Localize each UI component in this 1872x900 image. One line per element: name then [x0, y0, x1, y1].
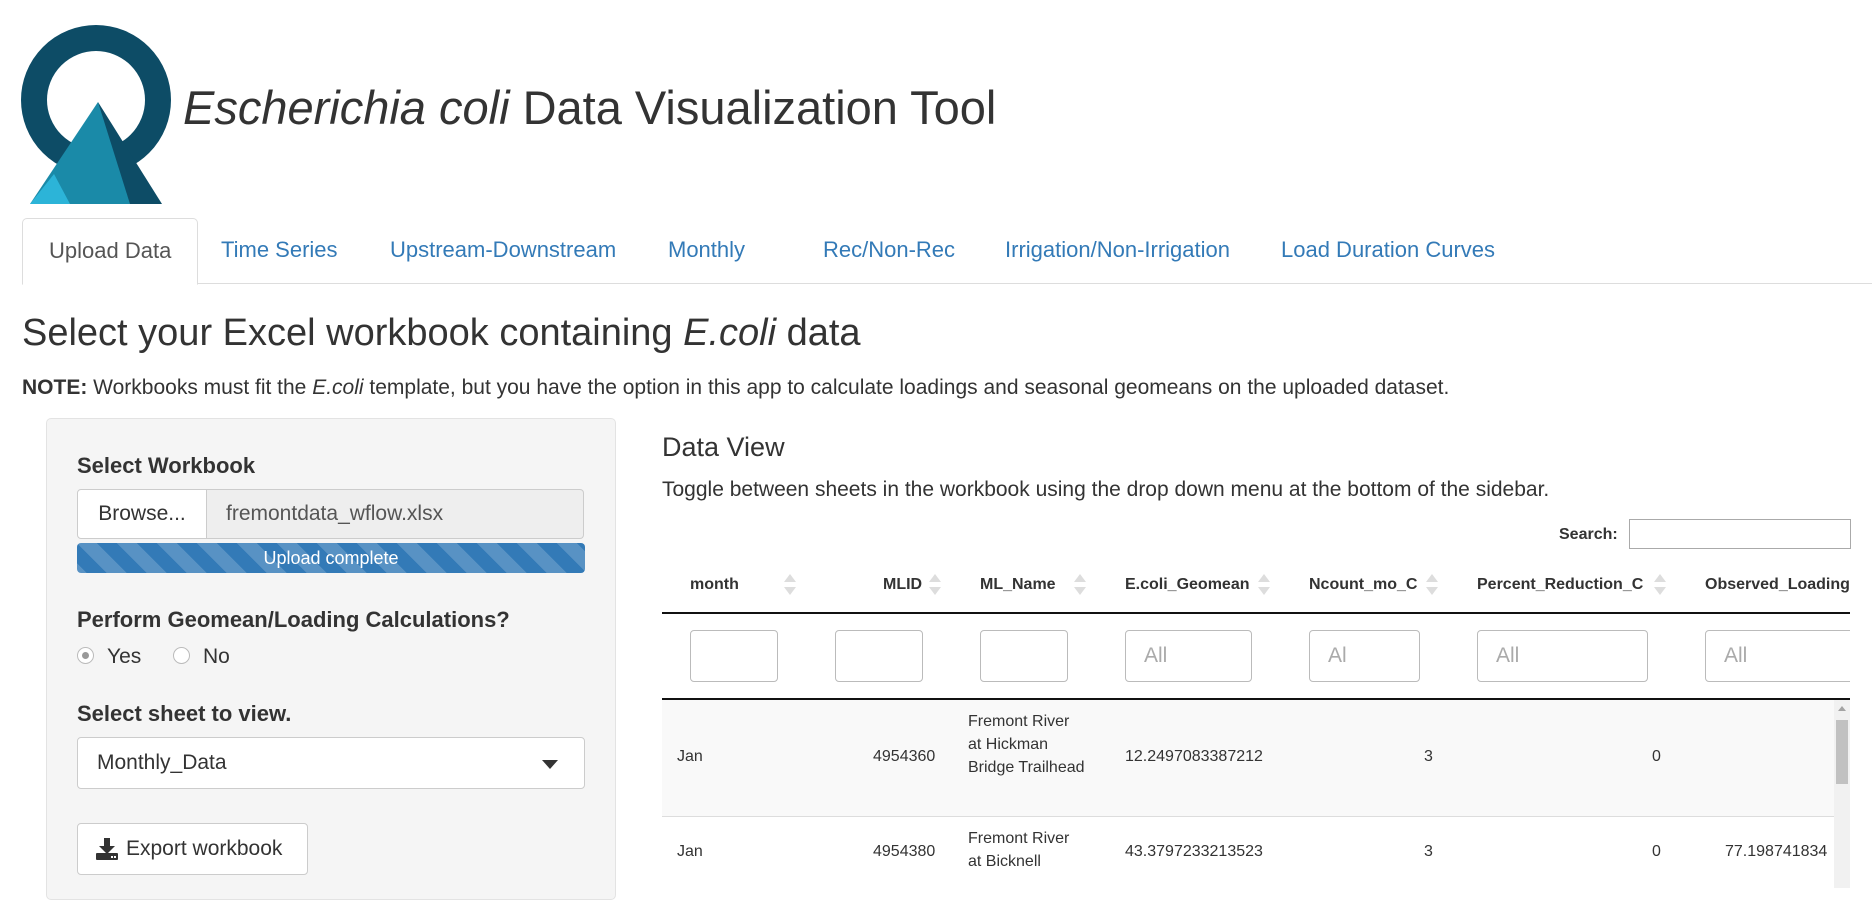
- tab-rec-non-rec[interactable]: Rec/Non-Rec: [797, 218, 981, 282]
- note-text: NOTE: Workbooks must fit the E.coli temp…: [22, 376, 1449, 400]
- radio-no-label: No: [203, 645, 230, 668]
- file-name-field: fremontdata_wflow.xlsx: [207, 489, 584, 539]
- table-row[interactable]: Jan 4954360 Fremont River at Hickman Bri…: [662, 700, 1834, 817]
- filter-percent-reduction[interactable]: All: [1477, 630, 1648, 682]
- page-heading: Select your Excel workbook containing E.…: [22, 312, 861, 355]
- sort-icon[interactable]: [1426, 574, 1438, 596]
- cell-geomean: 12.2497083387212: [1125, 748, 1263, 765]
- cell-percent-reduction: 0: [1652, 843, 1661, 860]
- data-view-description: Toggle between sheets in the workbook us…: [662, 478, 1550, 501]
- data-table: month MLID ML_Name E.coli_Geomean Ncount…: [662, 560, 1850, 888]
- cell-percent-reduction: 0: [1652, 748, 1661, 765]
- select-sheet-label: Select sheet to view.: [77, 701, 292, 726]
- heading-text-pre: Select your Excel workbook containing: [22, 312, 684, 354]
- table-row[interactable]: Jan 4954380 Fremont River at Bicknell 43…: [662, 817, 1834, 888]
- column-header-mlid[interactable]: MLID: [883, 576, 922, 594]
- sheet-select-value: Monthly_Data: [97, 751, 227, 774]
- tab-load-duration-curves[interactable]: Load Duration Curves: [1255, 218, 1521, 282]
- sort-icon[interactable]: [1258, 574, 1270, 596]
- tab-upload-data[interactable]: Upload Data: [22, 218, 199, 285]
- filter-month[interactable]: [690, 630, 778, 682]
- radio-yes-label: Yes: [107, 645, 142, 668]
- cell-mlid: 4954380: [873, 843, 936, 860]
- note-text-pre: Workbooks must fit the: [87, 376, 313, 399]
- cell-ncount: 3: [1424, 843, 1433, 860]
- tab-time-series[interactable]: Time Series: [195, 218, 364, 282]
- chevron-down-icon: [542, 760, 558, 769]
- note-text-post: template, but you have the option in thi…: [363, 376, 1450, 399]
- heading-text-post: data: [776, 312, 861, 354]
- cell-ml-name: Fremont River at Bicknell: [968, 830, 1070, 870]
- download-icon: [96, 838, 118, 860]
- logo: [21, 25, 171, 204]
- column-header-ncount[interactable]: Ncount_mo_C: [1309, 576, 1417, 594]
- cell-month: Jan: [677, 843, 703, 860]
- tab-upstream-downstream[interactable]: Upstream-Downstream: [364, 218, 642, 282]
- select-workbook-label: Select Workbook: [77, 453, 256, 478]
- tab-irrigation-non-irrigation[interactable]: Irrigation/Non-Irrigation: [979, 218, 1256, 282]
- sort-icon[interactable]: [1074, 574, 1086, 596]
- filter-mlid[interactable]: [835, 630, 923, 682]
- column-header-geomean[interactable]: E.coli_Geomean: [1125, 576, 1250, 594]
- radio-yes[interactable]: [77, 647, 94, 664]
- sort-icon[interactable]: [1654, 574, 1666, 596]
- column-header-ml-name[interactable]: ML_Name: [980, 576, 1056, 594]
- calc-question-label: Perform Geomean/Loading Calculations?: [77, 607, 510, 632]
- column-header-observed-loading[interactable]: Observed_Loading: [1705, 576, 1850, 594]
- search-label: Search:: [1559, 526, 1618, 543]
- filter-ml-name[interactable]: [980, 630, 1068, 682]
- tab-bar: Upload Data Time Series Upstream-Downstr…: [22, 218, 1872, 285]
- filter-geomean[interactable]: All: [1125, 630, 1252, 682]
- filter-row: All Al All All: [662, 614, 1850, 700]
- cell-ncount: 3: [1424, 748, 1433, 765]
- filter-observed-loading[interactable]: All: [1705, 630, 1850, 682]
- export-button-label: Export workbook: [126, 837, 283, 860]
- tab-monthly[interactable]: Monthly: [642, 218, 771, 282]
- search-input[interactable]: [1629, 519, 1851, 549]
- upload-status-text: Upload complete: [263, 548, 399, 568]
- file-input-group: Browse... fremontdata_wflow.xlsx: [77, 489, 584, 539]
- sort-icon[interactable]: [784, 574, 796, 596]
- note-label: NOTE:: [22, 376, 88, 399]
- export-workbook-button[interactable]: Export workbook: [77, 823, 308, 875]
- heading-text-italic: E.coli: [683, 312, 777, 354]
- column-header-percent-reduction[interactable]: Percent_Reduction_C: [1477, 576, 1643, 594]
- browse-button[interactable]: Browse...: [77, 489, 207, 539]
- app-title: Escherichia coli Data Visualization Tool: [183, 80, 996, 135]
- sheet-select[interactable]: Monthly_Data: [77, 737, 585, 789]
- sidebar-panel: Select Workbook Browse... fremontdata_wf…: [46, 418, 616, 900]
- cell-observed-loading: 77.198741834: [1725, 843, 1828, 860]
- app-title-rest: Data Visualization Tool: [509, 81, 997, 134]
- filter-ncount[interactable]: Al: [1309, 630, 1420, 682]
- radio-no[interactable]: [173, 647, 190, 664]
- table-body: Jan 4954360 Fremont River at Hickman Bri…: [662, 700, 1834, 888]
- scroll-up-arrow-icon[interactable]: [1838, 706, 1846, 711]
- cell-geomean: 43.3797233213523: [1125, 843, 1263, 860]
- table-header-row: month MLID ML_Name E.coli_Geomean Ncount…: [662, 560, 1850, 614]
- cell-ml-name: Fremont River at Hickman Bridge Trailhea…: [968, 713, 1085, 776]
- upload-progress-bar: Upload complete: [77, 543, 585, 573]
- note-text-italic: E.coli: [312, 376, 364, 399]
- app-title-italic: Escherichia coli: [183, 81, 510, 134]
- data-view-title: Data View: [662, 432, 785, 462]
- cell-mlid: 4954360: [873, 748, 936, 765]
- cell-month: Jan: [677, 748, 703, 765]
- sort-icon[interactable]: [929, 574, 941, 596]
- table-scrollbar[interactable]: [1834, 700, 1850, 888]
- column-header-month[interactable]: month: [690, 576, 739, 594]
- scrollbar-thumb[interactable]: [1836, 720, 1848, 784]
